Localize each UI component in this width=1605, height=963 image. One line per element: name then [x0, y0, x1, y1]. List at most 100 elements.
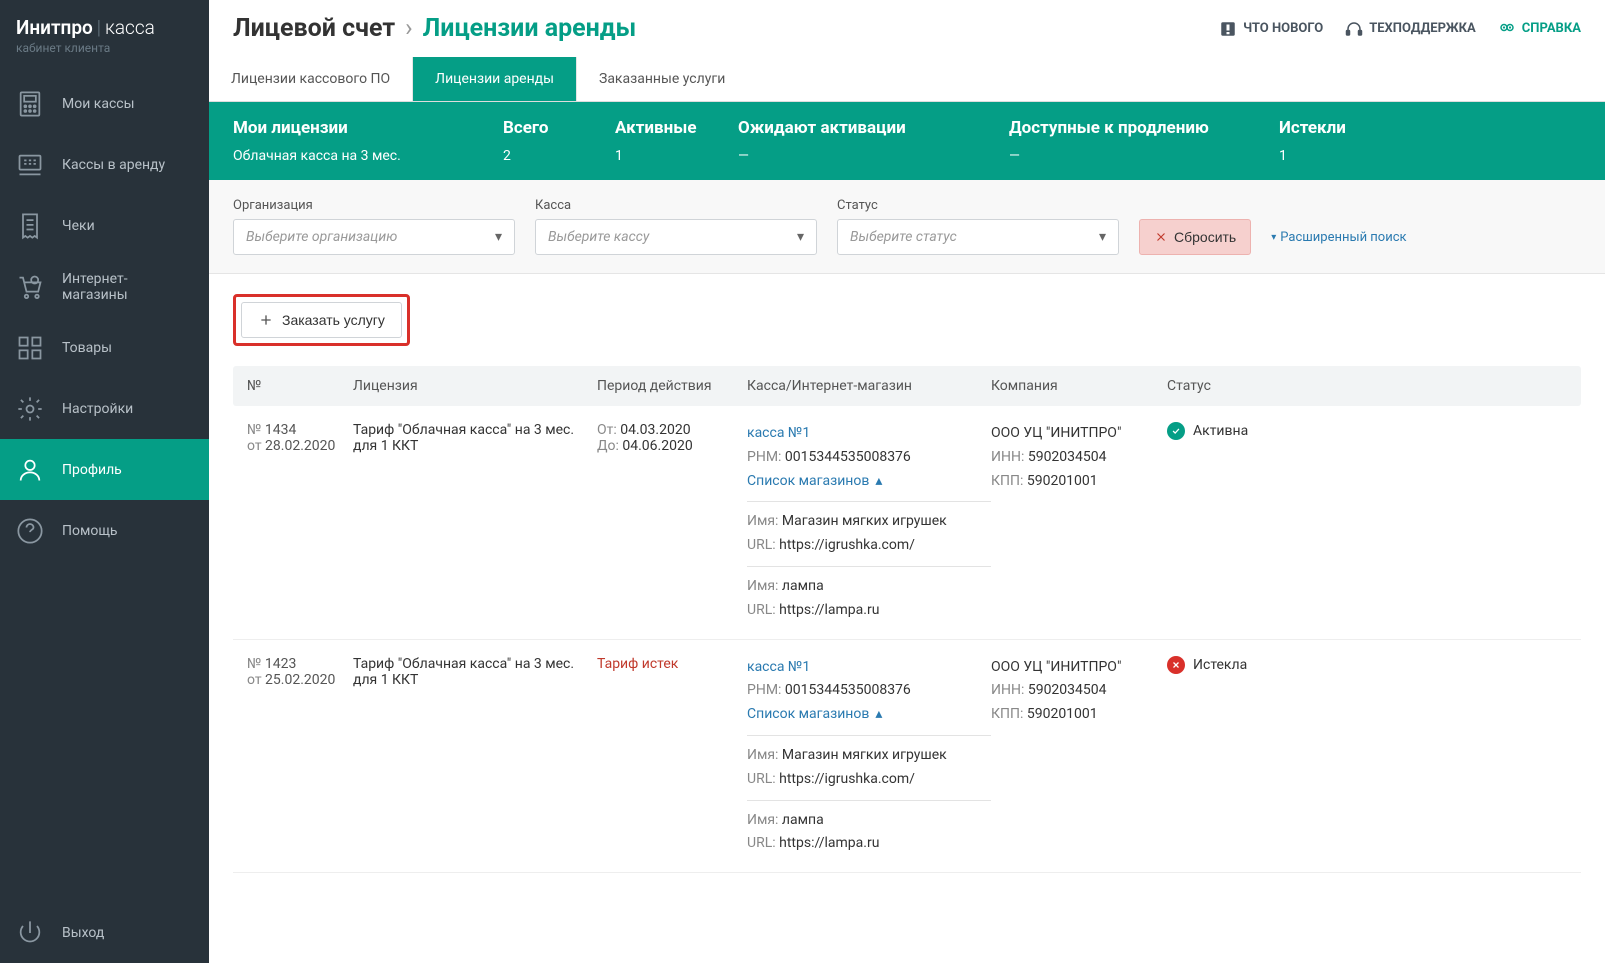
th-lic: Лицензия — [353, 378, 597, 394]
nav-label: Профиль — [62, 462, 122, 478]
monitor-icon — [16, 151, 44, 179]
logo-brand: Инитпро — [16, 16, 93, 39]
summary-active-value: 1 — [615, 148, 714, 164]
th-status: Статус — [1167, 378, 1567, 394]
filter-kassa-select[interactable]: Выберите кассу ▾ — [535, 219, 817, 255]
stores-toggle[interactable]: Список магазинов ▴ — [747, 703, 882, 727]
nav: Мои кассы Кассы в аренду Чеки Интернет-м… — [0, 73, 209, 963]
nav-shops[interactable]: Интернет-магазины — [0, 256, 209, 317]
table-head: № Лицензия Период действия Касса/Интерне… — [233, 366, 1581, 406]
status-badge: Истекла — [1167, 656, 1567, 674]
question-icon — [16, 517, 44, 545]
table-row: № 1423от 25.02.2020Тариф "Облачная касса… — [233, 640, 1581, 874]
summary-renew-label: Доступные к продлению — [1009, 118, 1255, 138]
th-num: № — [247, 378, 353, 394]
summary-expired-value: 1 — [1279, 148, 1346, 164]
headset-icon — [1345, 20, 1363, 38]
reset-button[interactable]: Сбросить — [1139, 219, 1251, 255]
summary-bar: Мои лицензии Облачная касса на 3 мес. Вс… — [209, 102, 1605, 180]
summary-active-label: Активные — [615, 118, 714, 138]
check-icon — [1167, 422, 1185, 440]
nav-exit[interactable]: Выход — [0, 902, 209, 963]
power-icon — [16, 919, 44, 947]
filter-org-label: Организация — [233, 198, 515, 213]
stores-toggle[interactable]: Список магазинов ▴ — [747, 470, 882, 494]
filter-kassa-label: Касса — [535, 198, 817, 213]
breadcrumb-current: Лицензии аренды — [423, 14, 637, 43]
chevron-down-icon: ▾ — [1099, 229, 1106, 245]
owl-icon — [1498, 20, 1516, 38]
chevron-up-icon: ▴ — [875, 703, 882, 727]
cart-icon — [16, 273, 44, 301]
summary-renew-value: — — [1009, 148, 1255, 164]
breadcrumb: Лицевой счет › Лицензии аренды — [233, 14, 636, 43]
chevron-down-icon: ▾ — [797, 229, 804, 245]
status-badge: Активна — [1167, 422, 1567, 440]
summary-expired-label: Истекли — [1279, 118, 1346, 138]
summary-total-value: 2 — [503, 148, 591, 164]
plus-icon — [258, 312, 274, 328]
top-support[interactable]: ТЕХПОДДЕРЖКА — [1345, 20, 1476, 38]
table-row: № 1434от 28.02.2020Тариф "Облачная касса… — [233, 406, 1581, 640]
nav-checks[interactable]: Чеки — [0, 195, 209, 256]
kassa-link[interactable]: касса №1 — [747, 659, 810, 675]
nav-products[interactable]: Товары — [0, 317, 209, 378]
filter-org-select[interactable]: Выберите организацию ▾ — [233, 219, 515, 255]
table: № Лицензия Период действия Касса/Интерне… — [209, 366, 1605, 897]
tabs: Лицензии кассового ПО Лицензии аренды За… — [209, 57, 1605, 102]
chevron-down-icon: ▾ — [1271, 232, 1276, 243]
summary-pending-label: Ожидают активации — [738, 118, 985, 138]
order-service-button[interactable]: Заказать услугу — [241, 302, 402, 338]
nav-label: Настройки — [62, 401, 133, 417]
filter-status-label: Статус — [837, 198, 1119, 213]
th-company: Компания — [991, 378, 1167, 394]
close-icon — [1154, 230, 1168, 244]
nav-profile[interactable]: Профиль — [0, 439, 209, 500]
advanced-search-link[interactable]: ▾ Расширенный поиск — [1271, 219, 1406, 255]
filter-status-select[interactable]: Выберите статус ▾ — [837, 219, 1119, 255]
logo: Инитпро|касса кабинет клиента — [0, 0, 209, 73]
nav-my-kassy[interactable]: Мои кассы — [0, 73, 209, 134]
th-period: Период действия — [597, 378, 747, 394]
nav-settings[interactable]: Настройки — [0, 378, 209, 439]
sidebar: Инитпро|касса кабинет клиента Мои кассы … — [0, 0, 209, 963]
nav-label: Товары — [62, 340, 112, 356]
user-icon — [16, 456, 44, 484]
filters: Организация Выберите организацию ▾ Касса… — [209, 180, 1605, 274]
nav-label: Чеки — [62, 218, 95, 234]
announcement-icon — [1219, 20, 1237, 38]
breadcrumb-sep: › — [405, 14, 413, 43]
nav-label: Интернет-магазины — [62, 271, 193, 303]
nav-label: Помощь — [62, 523, 118, 539]
grid-icon — [16, 334, 44, 362]
nav-help[interactable]: Помощь — [0, 500, 209, 561]
receipt-icon — [16, 212, 44, 240]
breadcrumb-parent[interactable]: Лицевой счет — [233, 14, 395, 43]
nav-label: Мои кассы — [62, 96, 134, 112]
logo-subtitle: кабинет клиента — [16, 41, 193, 55]
top-news[interactable]: ЧТО НОВОГО — [1219, 20, 1323, 38]
main: Лицевой счет › Лицензии аренды ЧТО НОВОГ… — [209, 0, 1605, 963]
chevron-up-icon: ▴ — [875, 470, 882, 494]
logo-product: касса — [105, 16, 155, 39]
nav-label: Кассы в аренду — [62, 157, 165, 173]
nav-label: Выход — [62, 925, 104, 941]
topbar: Лицевой счет › Лицензии аренды ЧТО НОВОГ… — [209, 0, 1605, 57]
summary-total-label: Всего — [503, 118, 591, 138]
calculator-icon — [16, 90, 44, 118]
actions-row: Заказать услугу — [209, 274, 1605, 366]
th-kassa: Касса/Интернет-магазин — [747, 378, 991, 394]
order-button-highlight: Заказать услугу — [233, 294, 410, 346]
summary-pending-value: — — [738, 148, 985, 164]
close-icon — [1167, 656, 1185, 674]
summary-my-value: Облачная касса на 3 мес. — [233, 148, 479, 164]
tab-licenses-rent[interactable]: Лицензии аренды — [413, 57, 577, 101]
nav-rent-kassy[interactable]: Кассы в аренду — [0, 134, 209, 195]
summary-my-label: Мои лицензии — [233, 118, 479, 138]
top-help[interactable]: СПРАВКА — [1498, 20, 1581, 38]
gear-icon — [16, 395, 44, 423]
chevron-down-icon: ▾ — [495, 229, 502, 245]
kassa-link[interactable]: касса №1 — [747, 425, 810, 441]
tab-ordered[interactable]: Заказанные услуги — [577, 57, 747, 101]
tab-licenses-po[interactable]: Лицензии кассового ПО — [209, 57, 413, 101]
